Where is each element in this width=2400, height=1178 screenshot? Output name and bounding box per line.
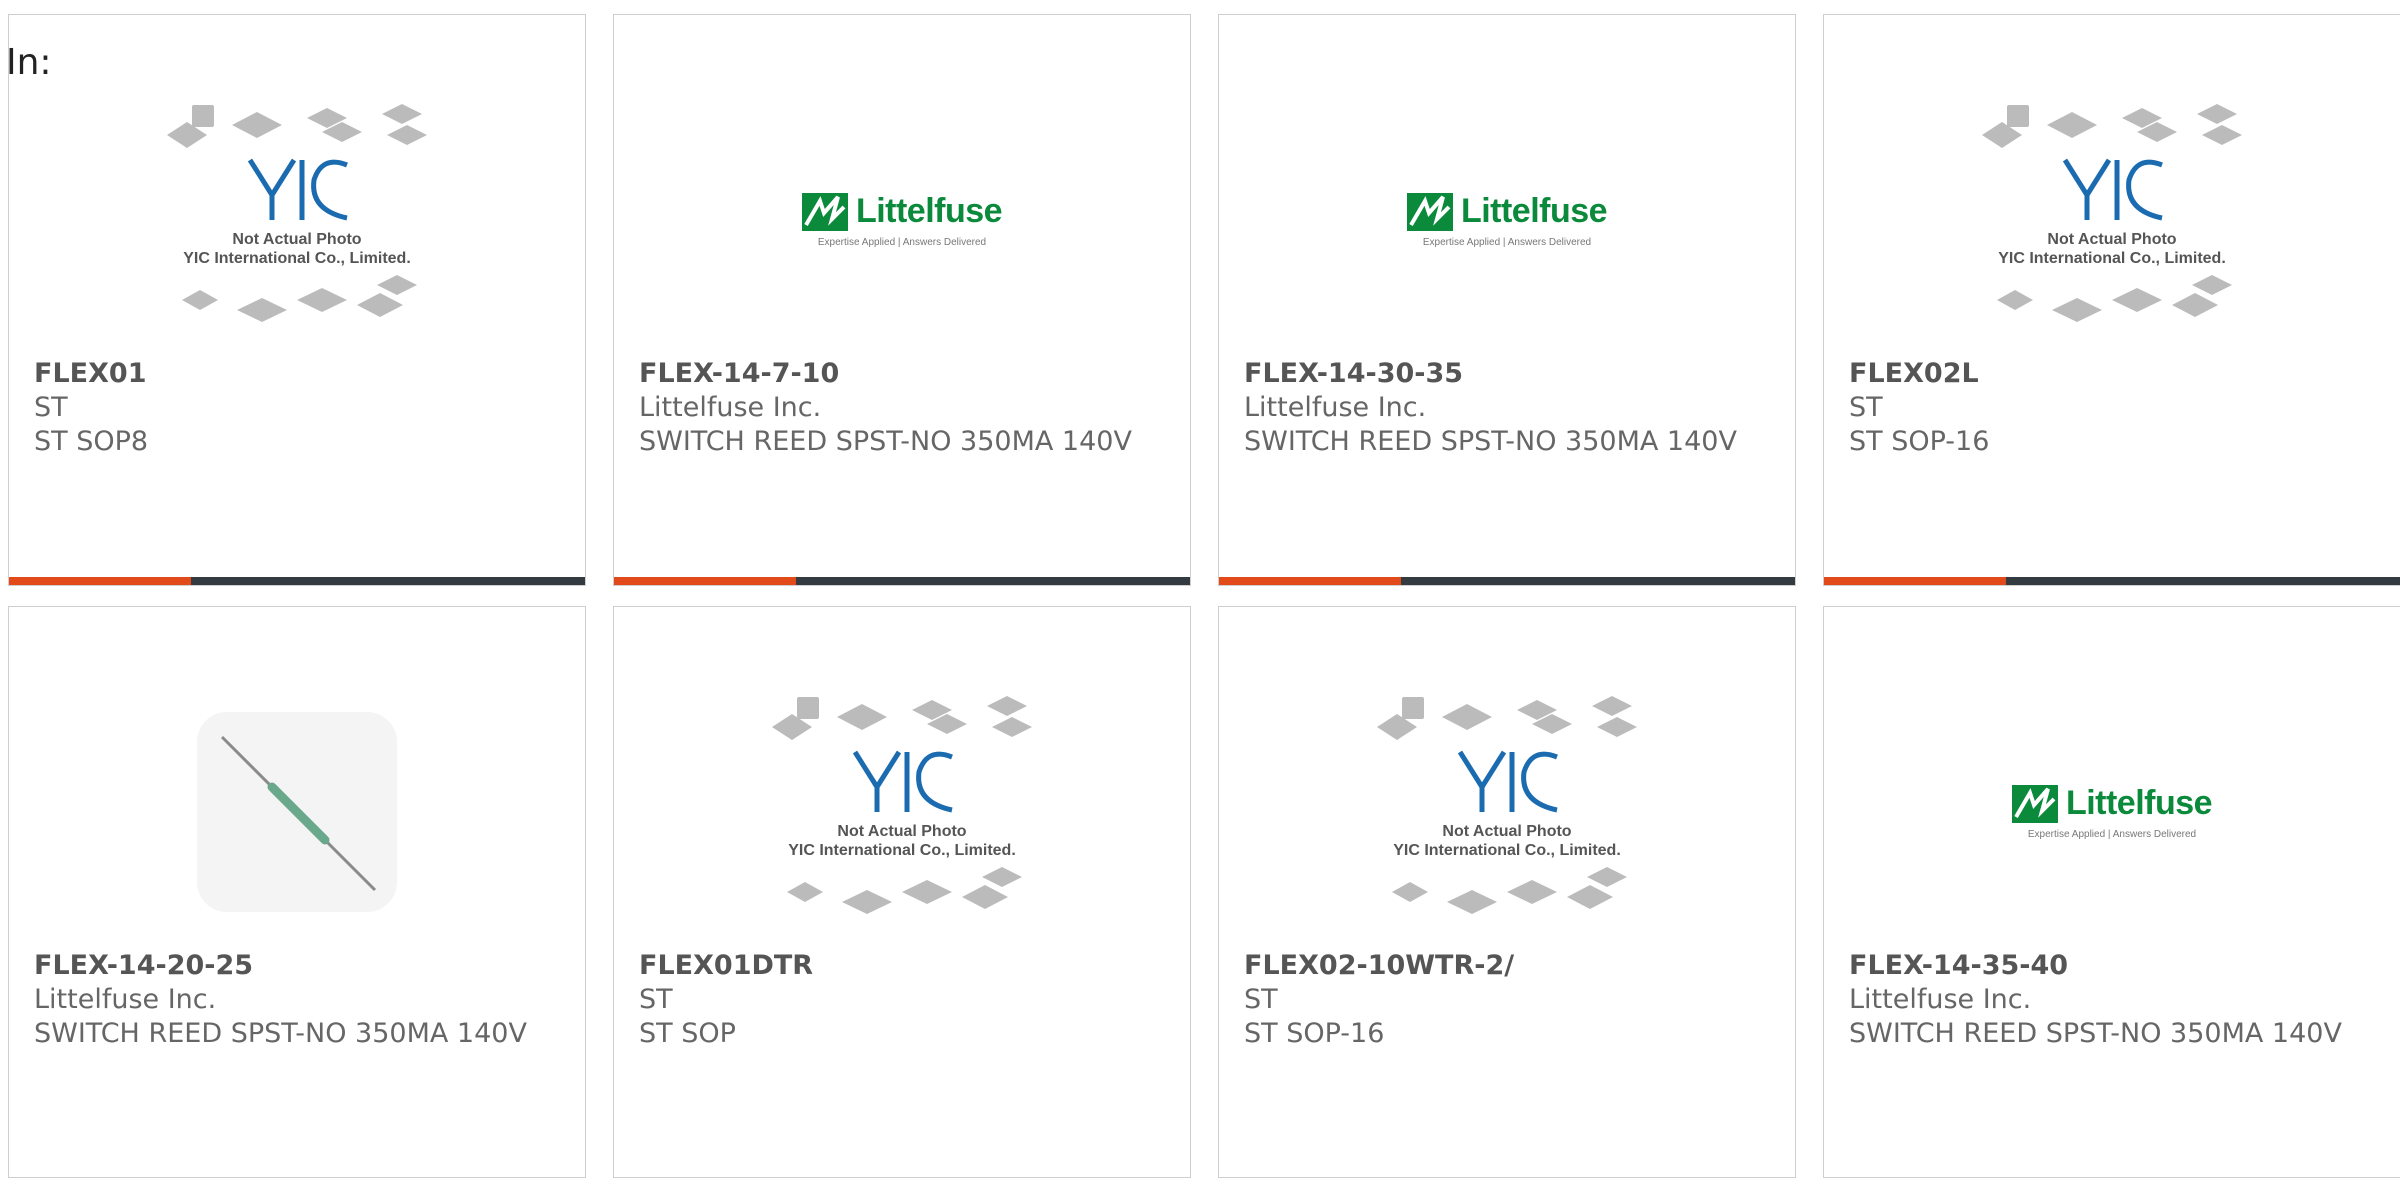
card-bar: [1824, 577, 2400, 585]
in-label: In:: [6, 42, 52, 83]
description: ST SOP: [639, 1018, 736, 1049]
product-grid: Not Actual Photo YIC International Co., …: [8, 14, 2400, 1178]
product-card[interactable]: Littelfuse Expertise Applied | Answers D…: [613, 14, 1191, 586]
littelfuse-mark-icon: [1406, 192, 1453, 231]
product-card[interactable]: Not Actual Photo YIC International Co., …: [613, 606, 1191, 1178]
product-image[interactable]: Littelfuse Expertise Applied | Answers D…: [614, 75, 1190, 365]
yic-placeholder-image: Not Actual Photo YIC International Co., …: [162, 100, 432, 340]
description: ST SOP8: [34, 426, 149, 457]
part-number[interactable]: FLEX-14-20-25: [34, 949, 565, 983]
littelfuse-logo: Littelfuse Expertise Applied | Answers D…: [2011, 784, 2213, 840]
part-number[interactable]: FLEX02L: [1849, 357, 2380, 391]
card-bar: [9, 577, 585, 585]
littelfuse-mark-icon: [801, 192, 848, 231]
part-number[interactable]: FLEX-14-7-10: [639, 357, 1170, 391]
manufacturer: ST: [1849, 392, 1883, 423]
product-image[interactable]: Not Actual Photo YIC International Co., …: [1219, 667, 1795, 957]
littelfuse-logo: Littelfuse Expertise Applied | Answers D…: [1406, 192, 1608, 248]
reed-switch-image: [197, 712, 397, 912]
part-number[interactable]: FLEX-14-35-40: [1849, 949, 2380, 983]
card-bar: [614, 577, 1190, 585]
product-card[interactable]: Littelfuse Expertise Applied | Answers D…: [1823, 606, 2400, 1178]
littelfuse-mark-icon: [2011, 784, 2058, 823]
product-card[interactable]: FLEX-14-20-25 Littelfuse Inc. SWITCH REE…: [8, 606, 586, 1178]
yic-placeholder-image: Not Actual Photo YIC International Co., …: [1372, 692, 1642, 932]
part-number[interactable]: FLEX01DTR: [639, 949, 1170, 983]
part-number[interactable]: FLEX01: [34, 357, 565, 391]
yic-placeholder-image: Not Actual Photo YIC International Co., …: [1977, 100, 2247, 340]
product-image[interactable]: Not Actual Photo YIC International Co., …: [9, 75, 585, 365]
product-card[interactable]: Not Actual Photo YIC International Co., …: [1218, 606, 1796, 1178]
part-number[interactable]: FLEX02-10WTR-2/: [1244, 949, 1775, 983]
manufacturer: Littelfuse Inc.: [1244, 392, 1427, 423]
description: SWITCH REED SPST-NO 350MA 140V: [1849, 1018, 2342, 1049]
manufacturer: ST: [1244, 984, 1278, 1015]
product-image[interactable]: [9, 667, 585, 957]
description: SWITCH REED SPST-NO 350MA 140V: [34, 1018, 527, 1049]
littelfuse-logo: Littelfuse Expertise Applied | Answers D…: [801, 192, 1003, 248]
product-image[interactable]: Not Actual Photo YIC International Co., …: [614, 667, 1190, 957]
product-image[interactable]: Littelfuse Expertise Applied | Answers D…: [1219, 75, 1795, 365]
product-card[interactable]: Not Actual Photo YIC International Co., …: [8, 14, 586, 586]
description: ST SOP-16: [1244, 1018, 1385, 1049]
manufacturer: ST: [639, 984, 673, 1015]
product-card[interactable]: Not Actual Photo YIC International Co., …: [1823, 14, 2400, 586]
description: ST SOP-16: [1849, 426, 1990, 457]
manufacturer: Littelfuse Inc.: [639, 392, 822, 423]
placeholder-caption: Not Actual Photo YIC International Co., …: [183, 231, 411, 267]
product-card[interactable]: Littelfuse Expertise Applied | Answers D…: [1218, 14, 1796, 586]
part-number[interactable]: FLEX-14-30-35: [1244, 357, 1775, 391]
placeholder-caption: Not Actual Photo YIC International Co., …: [1393, 823, 1621, 859]
description: SWITCH REED SPST-NO 350MA 140V: [639, 426, 1132, 457]
placeholder-caption: Not Actual Photo YIC International Co., …: [788, 823, 1016, 859]
product-image[interactable]: Littelfuse Expertise Applied | Answers D…: [1824, 667, 2400, 957]
product-image[interactable]: Not Actual Photo YIC International Co., …: [1824, 75, 2400, 365]
card-bar: [1219, 577, 1795, 585]
manufacturer: ST: [34, 392, 68, 423]
manufacturer: Littelfuse Inc.: [34, 984, 217, 1015]
yic-placeholder-image: Not Actual Photo YIC International Co., …: [767, 692, 1037, 932]
manufacturer: Littelfuse Inc.: [1849, 984, 2032, 1015]
description: SWITCH REED SPST-NO 350MA 140V: [1244, 426, 1737, 457]
placeholder-caption: Not Actual Photo YIC International Co., …: [1998, 231, 2226, 267]
